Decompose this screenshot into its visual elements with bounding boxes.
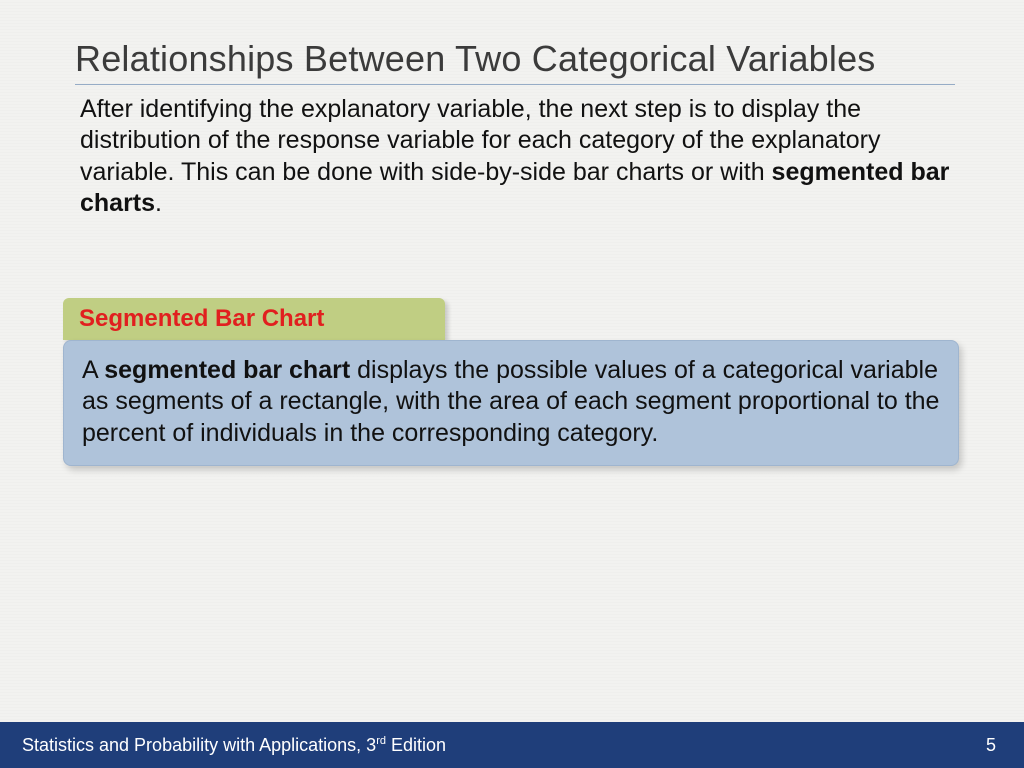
slide-title: Relationships Between Two Categorical Va… [75,38,876,80]
para-text-post: . [155,189,162,217]
def-bold: segmented bar chart [104,356,350,384]
footer-book-post: Edition [386,735,446,755]
definition-text: A segmented bar chart displays the possi… [82,355,940,449]
page-number: 5 [986,735,996,756]
footer-book-title: Statistics and Probability with Applicat… [22,735,446,756]
definition-box: A segmented bar chart displays the possi… [63,340,959,466]
term-label: Segmented Bar Chart [79,305,324,333]
para-text-pre: After identifying the explanatory variab… [80,95,880,186]
title-underline [75,84,955,85]
footer-book-sup: rd [376,735,386,747]
term-tab: Segmented Bar Chart [63,298,445,340]
footer-book-pre: Statistics and Probability with Applicat… [22,735,376,755]
footer-bar: Statistics and Probability with Applicat… [0,722,1024,768]
intro-paragraph: After identifying the explanatory variab… [80,94,950,219]
slide: Relationships Between Two Categorical Va… [0,0,1024,768]
def-pre: A [82,356,104,384]
